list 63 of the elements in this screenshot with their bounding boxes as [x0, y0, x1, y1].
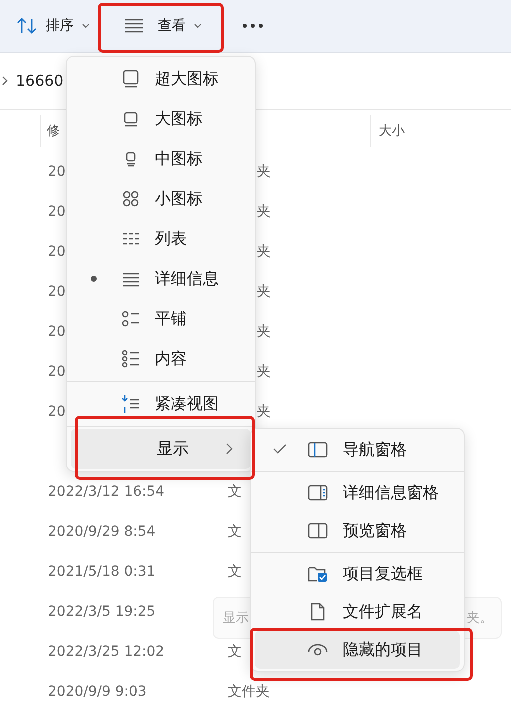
- type-cell: 文: [228, 563, 242, 581]
- sort-button[interactable]: 排序: [10, 11, 96, 41]
- type-cell: 文: [228, 483, 242, 501]
- chevron-down-icon: [194, 23, 202, 29]
- list-icon: [124, 19, 144, 33]
- menu-item[interactable]: 大图标: [71, 99, 251, 139]
- menu-item[interactable]: 文件扩展名: [255, 593, 460, 631]
- chevron-down-icon: [82, 23, 90, 29]
- date-cell: 20: [48, 204, 66, 220]
- menu-item[interactable]: 内容: [71, 339, 251, 379]
- tooltip-text: 夹。: [467, 610, 493, 627]
- menu-item[interactable]: 列表: [71, 219, 251, 259]
- menu-item[interactable]: 详细信息: [71, 259, 251, 299]
- menu-item[interactable]: 项目复选框: [255, 555, 460, 593]
- date-cell: 2022/3/12 16:54: [48, 484, 165, 500]
- pane-icon: [307, 521, 329, 541]
- more-icon: [242, 23, 264, 29]
- menu-item[interactable]: 预览窗格: [255, 512, 460, 550]
- date-cell: 2020/9/29 8:54: [48, 524, 156, 540]
- type-cell-text: 夹: [256, 163, 271, 181]
- monitor-icon: [121, 69, 141, 89]
- type-cell-text: 夹: [256, 323, 271, 341]
- chevron-right-icon: [2, 76, 8, 86]
- folder-name: 16660: [16, 72, 64, 90]
- date-cell: 20: [48, 324, 66, 340]
- menu-item[interactable]: 显示: [71, 429, 251, 469]
- menu-item[interactable]: 导航窗格: [255, 431, 460, 469]
- pane-icon: [307, 440, 329, 460]
- type-cell: 文: [228, 643, 242, 661]
- menu-item[interactable]: 超大图标: [71, 59, 251, 99]
- menu-item[interactable]: 紧凑视图: [71, 384, 251, 424]
- date-cell: 20: [48, 404, 66, 420]
- chevron-right-icon: [226, 443, 233, 455]
- pane-icon: [307, 483, 329, 503]
- sort-icon: [16, 17, 38, 35]
- type-cell-text: 夹: [256, 403, 271, 421]
- menu-item[interactable]: 平铺: [71, 299, 251, 339]
- type-cell-text: 夹: [256, 243, 271, 261]
- date-cell: 2021/5/18 0:31: [48, 564, 156, 580]
- date-cell: 2022/3/5 19:25: [48, 604, 156, 620]
- compact-icon: [121, 394, 141, 414]
- type-cell: 文: [228, 523, 242, 541]
- type-cell: 文件夹: [228, 683, 270, 701]
- menu-item[interactable]: 隐藏的项目: [255, 631, 460, 669]
- type-cell-text: 夹: [256, 363, 271, 381]
- tooltip-text: 显示: [223, 610, 249, 627]
- content-icon: [121, 349, 141, 369]
- date-cell: 2022/3/25 12:02: [48, 644, 165, 660]
- column-header[interactable]: 大小: [370, 115, 463, 147]
- view-button[interactable]: 查看: [118, 11, 208, 41]
- date-cell: 20: [48, 364, 66, 380]
- grid-icon: [121, 189, 141, 209]
- date-cell: 2020/9/9 9:03: [48, 684, 147, 700]
- tiles-icon: [121, 309, 141, 329]
- menu-item[interactable]: 中图标: [71, 139, 251, 179]
- menu-item[interactable]: 详细信息窗格: [255, 474, 460, 512]
- date-cell: 20: [48, 164, 66, 180]
- menu-item[interactable]: 小图标: [71, 179, 251, 219]
- date-cell: 20: [48, 284, 66, 300]
- check-icon: [273, 443, 287, 455]
- type-cell-text: 夹: [256, 203, 271, 221]
- type-cell-text: 夹: [256, 283, 271, 301]
- date-cell: 20: [48, 244, 66, 260]
